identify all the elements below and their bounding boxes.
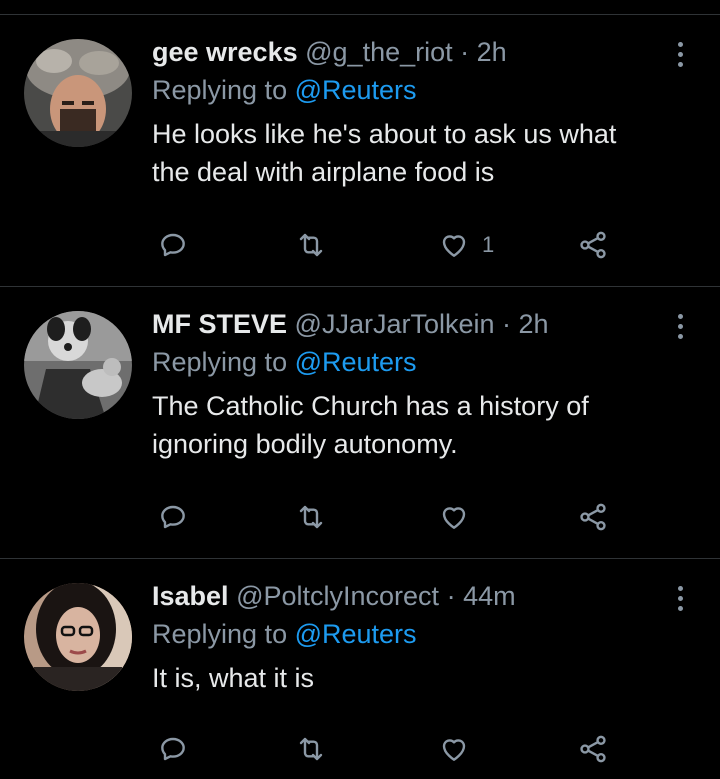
reply-icon <box>161 737 185 761</box>
more-options-button[interactable] <box>672 586 688 616</box>
replying-prefix: Replying to <box>152 75 295 105</box>
reply-icon <box>161 505 185 529</box>
tweet[interactable]: Isabel @PoltclyIncorect · 44m Replying t… <box>0 559 720 779</box>
display-name[interactable]: gee wrecks <box>152 37 298 67</box>
like-count: 1 <box>482 232 495 257</box>
share-icon <box>580 735 606 763</box>
tweet-text: He looks like he's about to ask us what … <box>152 119 617 187</box>
retweet-icon <box>299 233 323 257</box>
replying-to: Replying to @Reuters <box>152 345 650 379</box>
reply-button[interactable] <box>157 731 189 767</box>
action-bar: 1 <box>152 227 622 263</box>
retweet-button[interactable] <box>295 731 327 767</box>
tweet-text: It is, what it is <box>152 663 315 693</box>
share-button[interactable] <box>577 499 609 535</box>
timestamp[interactable]: 44m <box>463 581 516 611</box>
avatar[interactable] <box>24 311 132 419</box>
replying-to: Replying to @Reuters <box>152 73 650 107</box>
like-button[interactable]: 1 <box>438 227 494 263</box>
replying-prefix: Replying to <box>152 347 295 377</box>
reply-button[interactable] <box>157 227 189 263</box>
action-bar <box>152 499 622 535</box>
user-handle[interactable]: @g_the_riot <box>305 37 453 67</box>
tweet-header: Isabel @PoltclyIncorect · 44m <box>152 579 650 613</box>
heart-icon <box>442 507 466 529</box>
tweet-header: MF STEVE @JJarJarTolkein · 2h <box>152 307 650 341</box>
share-button[interactable] <box>577 227 609 263</box>
more-vertical-icon <box>677 42 683 47</box>
more-vertical-icon <box>677 314 683 319</box>
retweet-icon <box>299 505 323 529</box>
separator: · <box>446 581 456 611</box>
reply-button[interactable] <box>157 499 189 535</box>
separator: · <box>460 37 470 67</box>
avatar[interactable] <box>24 39 132 147</box>
separator: · <box>502 309 512 339</box>
tweet-text: The Catholic Church has a history of ign… <box>152 391 589 459</box>
mention-link[interactable]: @Reuters <box>295 347 417 377</box>
share-icon <box>580 231 606 259</box>
timestamp[interactable]: 2h <box>477 37 507 67</box>
display-name[interactable]: MF STEVE <box>152 309 287 339</box>
like-button[interactable] <box>438 499 482 535</box>
like-button[interactable] <box>438 731 482 767</box>
retweet-button[interactable] <box>295 499 327 535</box>
heart-icon <box>442 739 466 761</box>
action-bar <box>152 731 622 767</box>
tweet[interactable]: gee wrecks @g_the_riot · 2h Replying to … <box>0 15 720 287</box>
more-options-button[interactable] <box>672 42 688 72</box>
retweet-icon <box>299 737 323 761</box>
tweet-header: gee wrecks @g_the_riot · 2h <box>152 35 650 69</box>
timestamp[interactable]: 2h <box>519 309 549 339</box>
more-vertical-icon <box>677 586 683 591</box>
display-name[interactable]: Isabel <box>152 581 229 611</box>
user-handle[interactable]: @PoltclyIncorect <box>236 581 439 611</box>
avatar[interactable] <box>24 583 132 691</box>
retweet-button[interactable] <box>295 227 327 263</box>
heart-icon <box>442 235 466 257</box>
replying-prefix: Replying to <box>152 619 295 649</box>
reply-icon <box>161 233 185 257</box>
share-icon <box>580 503 606 531</box>
replying-to: Replying to @Reuters <box>152 617 650 651</box>
mention-link[interactable]: @Reuters <box>295 75 417 105</box>
more-options-button[interactable] <box>672 314 688 344</box>
tweet[interactable]: MF STEVE @JJarJarTolkein · 2h Replying t… <box>0 287 720 559</box>
user-handle[interactable]: @JJarJarTolkein <box>295 309 495 339</box>
share-button[interactable] <box>577 731 609 767</box>
mention-link[interactable]: @Reuters <box>295 619 417 649</box>
